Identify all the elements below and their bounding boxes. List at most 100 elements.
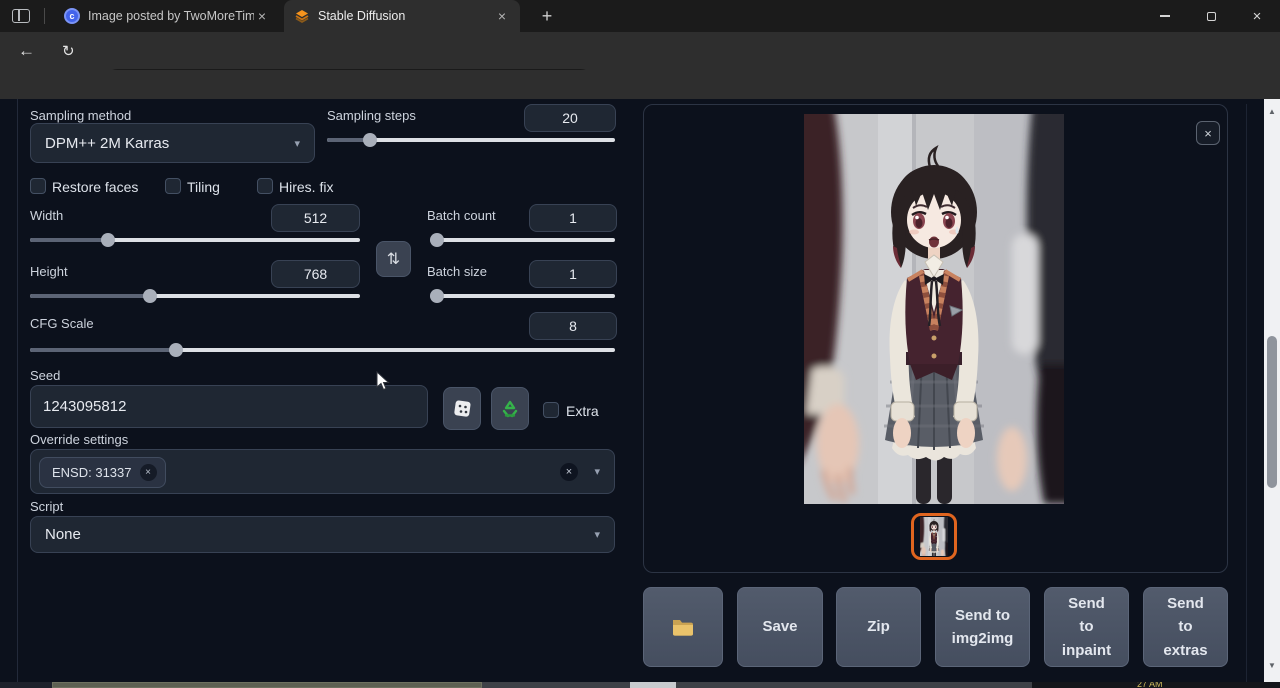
batch-size-slider[interactable] [430, 294, 615, 298]
batch-count-label: Batch count [427, 208, 496, 223]
panel-divider [17, 99, 18, 682]
tiling-checkbox[interactable] [165, 178, 181, 194]
script-value: None [45, 526, 81, 543]
tab-actions-icon[interactable] [12, 9, 30, 23]
gallery-thumbnail-selected[interactable] [911, 513, 957, 560]
width-label: Width [30, 208, 63, 223]
height-label: Height [30, 264, 68, 279]
override-settings-label: Override settings [30, 432, 128, 447]
restore-faces-checkbox[interactable] [30, 178, 46, 194]
tab-image-posted[interactable]: c Image posted by TwoMoreTimes × [54, 0, 280, 32]
cfg-scale-input[interactable]: 8 [529, 312, 617, 340]
cfg-scale-slider-thumb[interactable] [169, 343, 183, 357]
tab-divider [44, 8, 45, 24]
taskbar-segment-light [630, 682, 676, 688]
sampling-steps-input[interactable]: 20 [524, 104, 616, 132]
taskbar-segment-olive [52, 682, 482, 688]
restore-faces-label: Restore faces [52, 179, 138, 195]
swap-icon: ⇅ [387, 249, 400, 269]
width-input[interactable]: 512 [271, 204, 360, 232]
tiling-label: Tiling [187, 179, 220, 195]
chip-remove-icon[interactable]: × [140, 464, 157, 481]
override-settings-box[interactable]: ENSD: 31337 × × ▾ [30, 449, 615, 494]
extra-seed-checkbox[interactable] [543, 402, 559, 418]
taskbar-sliver: 27 AM [0, 682, 1280, 688]
recycle-icon [500, 399, 520, 419]
random-seed-button[interactable] [443, 387, 481, 430]
sampling-method-label: Sampling method [30, 108, 131, 123]
script-label: Script [30, 499, 63, 514]
save-button[interactable]: Save [737, 587, 823, 667]
batch-count-input[interactable]: 1 [529, 204, 617, 232]
maximize-button[interactable] [1188, 0, 1234, 32]
vertical-scrollbar-thumb[interactable] [1267, 336, 1277, 488]
batch-size-slider-thumb[interactable] [430, 289, 444, 303]
bookmarks-bar: SoundCloud – Hear... Spotify – Web Playe… [0, 70, 1280, 99]
send-to-inpaint-button[interactable]: Send to inpaint [1044, 587, 1129, 667]
browser-titlebar: c Image posted by TwoMoreTimes × Stable … [0, 0, 1280, 32]
sampling-steps-label: Sampling steps [327, 108, 416, 123]
minimize-icon [1160, 15, 1170, 17]
right-edge-divider [1246, 104, 1247, 682]
thumbnail-image [920, 517, 948, 556]
cfg-scale-slider[interactable] [30, 348, 615, 352]
taskbar-clock-area: 27 AM [1032, 682, 1280, 688]
width-slider[interactable] [30, 238, 360, 242]
batch-count-slider-thumb[interactable] [430, 233, 444, 247]
open-folder-button[interactable] [643, 587, 723, 667]
cfg-scale-label: CFG Scale [30, 316, 94, 331]
override-chevron-icon[interactable]: ▾ [594, 465, 600, 478]
batch-size-input[interactable]: 1 [529, 260, 617, 288]
new-tab-button[interactable]: + [536, 5, 558, 27]
tab1-favicon: c [64, 8, 80, 24]
override-chip-text: ENSD: 31337 [52, 465, 132, 480]
taskbar-segment-dark [0, 682, 52, 688]
sampling-steps-slider-thumb[interactable] [363, 133, 377, 147]
close-image-button[interactable]: × [1196, 121, 1220, 145]
height-slider-thumb[interactable] [143, 289, 157, 303]
chevron-down-icon: ▾ [594, 528, 600, 541]
tab2-favicon-gradio [294, 8, 310, 24]
batch-size-label: Batch size [427, 264, 487, 279]
send-to-extras-button[interactable]: Send to extras [1143, 587, 1228, 667]
zip-button[interactable]: Zip [836, 587, 921, 667]
height-slider[interactable] [30, 294, 360, 298]
clear-all-icon[interactable]: × [560, 463, 578, 481]
height-input[interactable]: 768 [271, 260, 360, 288]
override-chip[interactable]: ENSD: 31337 × [39, 457, 166, 488]
reuse-seed-button[interactable] [491, 387, 529, 430]
taskbar-clock-fragment: 27 AM [1137, 682, 1163, 688]
browser-toolbar: ← ↻ i 127.0.0.1:7860 A) ☆+ O » IA AD S Y… [0, 32, 1280, 70]
sampling-method-value: DPM++ 2M Karras [45, 135, 169, 152]
tab2-close-icon[interactable]: × [494, 8, 510, 24]
refresh-button[interactable]: ↻ [62, 42, 75, 60]
close-window-button[interactable]: × [1234, 0, 1280, 32]
seed-input[interactable]: 1243095812 [30, 385, 428, 428]
hires-fix-label: Hires. fix [279, 179, 333, 195]
generated-image[interactable] [804, 114, 1064, 504]
screen: { "browser": { "tabs": [ { "title": "Ima… [0, 0, 1280, 688]
scroll-down-icon[interactable]: ▼ [1264, 657, 1280, 673]
tab1-close-icon[interactable]: × [254, 8, 270, 24]
back-button[interactable]: ← [18, 41, 35, 61]
hires-fix-checkbox[interactable] [257, 178, 273, 194]
batch-count-slider[interactable] [430, 238, 615, 242]
stable-diffusion-page: Sampling method DPM++ 2M Karras ▾ Sampli… [0, 99, 1280, 682]
tab-stable-diffusion[interactable]: Stable Diffusion × [284, 0, 520, 32]
dice-icon [453, 399, 472, 418]
send-to-img2img-button[interactable]: Send to img2img [935, 587, 1030, 667]
width-slider-thumb[interactable] [101, 233, 115, 247]
extra-seed-label: Extra [566, 403, 599, 419]
sampling-method-dropdown[interactable]: DPM++ 2M Karras ▾ [30, 123, 315, 163]
script-dropdown[interactable]: None ▾ [30, 516, 615, 553]
minimize-button[interactable] [1142, 0, 1188, 32]
tab1-title: Image posted by TwoMoreTimes [88, 9, 254, 23]
swap-dimensions-button[interactable]: ⇅ [376, 241, 411, 277]
vertical-scrollbar[interactable]: ▲ ▼ [1264, 99, 1280, 682]
sampling-steps-slider[interactable] [327, 138, 615, 142]
scroll-up-icon[interactable]: ▲ [1264, 103, 1280, 119]
chevron-down-icon: ▾ [294, 137, 300, 150]
restore-icon [1207, 12, 1216, 21]
folder-icon [671, 618, 695, 637]
tab2-title: Stable Diffusion [318, 9, 494, 23]
